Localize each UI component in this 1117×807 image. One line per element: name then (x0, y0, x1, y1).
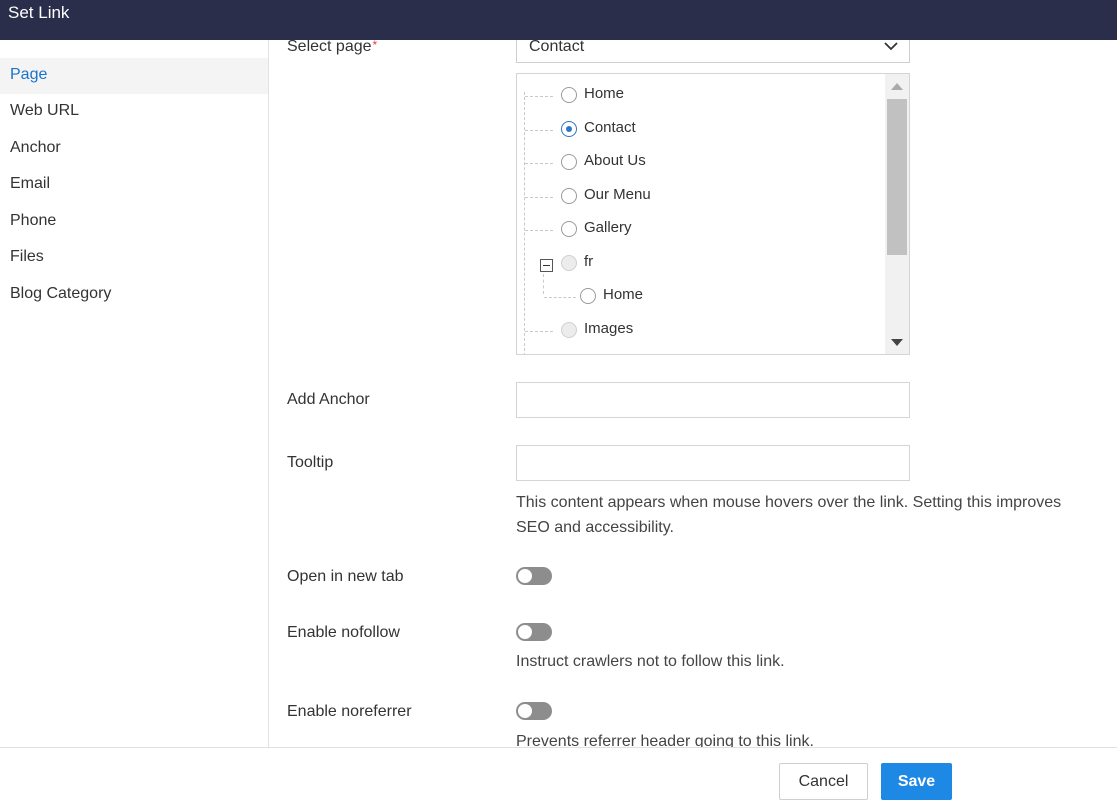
dialog-title: Set Link (8, 3, 70, 22)
sidebar-item-page[interactable]: Page (0, 58, 268, 94)
radio-contact[interactable] (561, 121, 577, 137)
sidebar-item-blog-category[interactable]: Blog Category (0, 277, 268, 313)
sidebar-item-phone[interactable]: Phone (0, 204, 268, 240)
noreferrer-label: Enable noreferrer (287, 703, 412, 720)
save-button[interactable]: Save (881, 763, 952, 800)
select-page-label: Select page* (287, 40, 378, 55)
add-anchor-label: Add Anchor (287, 391, 370, 408)
select-page-value: Contact (529, 40, 585, 55)
sidebar-item-email[interactable]: Email (0, 167, 268, 203)
scroll-up-arrow-icon[interactable] (885, 74, 909, 98)
tree-connector (524, 92, 525, 354)
radio-gallery[interactable] (561, 221, 577, 237)
radio-fr-home[interactable] (580, 288, 596, 304)
noreferrer-toggle[interactable] (516, 702, 552, 720)
sidebar-item-anchor[interactable]: Anchor (0, 131, 268, 167)
required-asterisk: * (372, 40, 378, 52)
radio-our-menu[interactable] (561, 188, 577, 204)
radio-home[interactable] (561, 87, 577, 103)
tooltip-label: Tooltip (287, 454, 334, 471)
nofollow-toggle[interactable] (516, 623, 552, 641)
cancel-button[interactable]: Cancel (779, 763, 868, 800)
dialog-titlebar: Set Link (0, 0, 1117, 40)
nofollow-help-text: Instruct crawlers not to follow this lin… (516, 653, 785, 670)
tree-scrollbar[interactable] (885, 74, 909, 354)
tooltip-help-text: This content appears when mouse hovers o… (516, 494, 1062, 536)
tooltip-input[interactable] (516, 445, 910, 481)
scroll-thumb[interactable] (887, 99, 907, 255)
radio-images (561, 322, 577, 338)
radio-fr (561, 255, 577, 271)
sidebar-item-files[interactable]: Files (0, 240, 268, 276)
link-settings-panel: Select page* Contact Home Contact About … (269, 40, 1117, 747)
open-new-tab-label: Open in new tab (287, 568, 404, 585)
add-anchor-input[interactable] (516, 382, 910, 418)
sidebar-item-web-url[interactable]: Web URL (0, 94, 268, 130)
scroll-down-arrow-icon[interactable] (885, 330, 909, 354)
tree-connector-child (543, 274, 544, 294)
dialog-footer: Cancel Save (0, 747, 1117, 807)
link-type-sidebar: Page Web URL Anchor Email Phone Files Bl… (0, 40, 269, 747)
noreferrer-help-text: Prevents referrer header going to this l… (516, 733, 814, 747)
nofollow-label: Enable nofollow (287, 624, 400, 641)
select-page-dropdown[interactable]: Contact (516, 40, 910, 63)
open-new-tab-toggle[interactable] (516, 567, 552, 585)
radio-about-us[interactable] (561, 154, 577, 170)
page-tree: Home Contact About Us Our Menu Gallery f… (516, 73, 910, 355)
chevron-down-icon (884, 42, 898, 51)
collapse-icon[interactable] (540, 259, 553, 272)
